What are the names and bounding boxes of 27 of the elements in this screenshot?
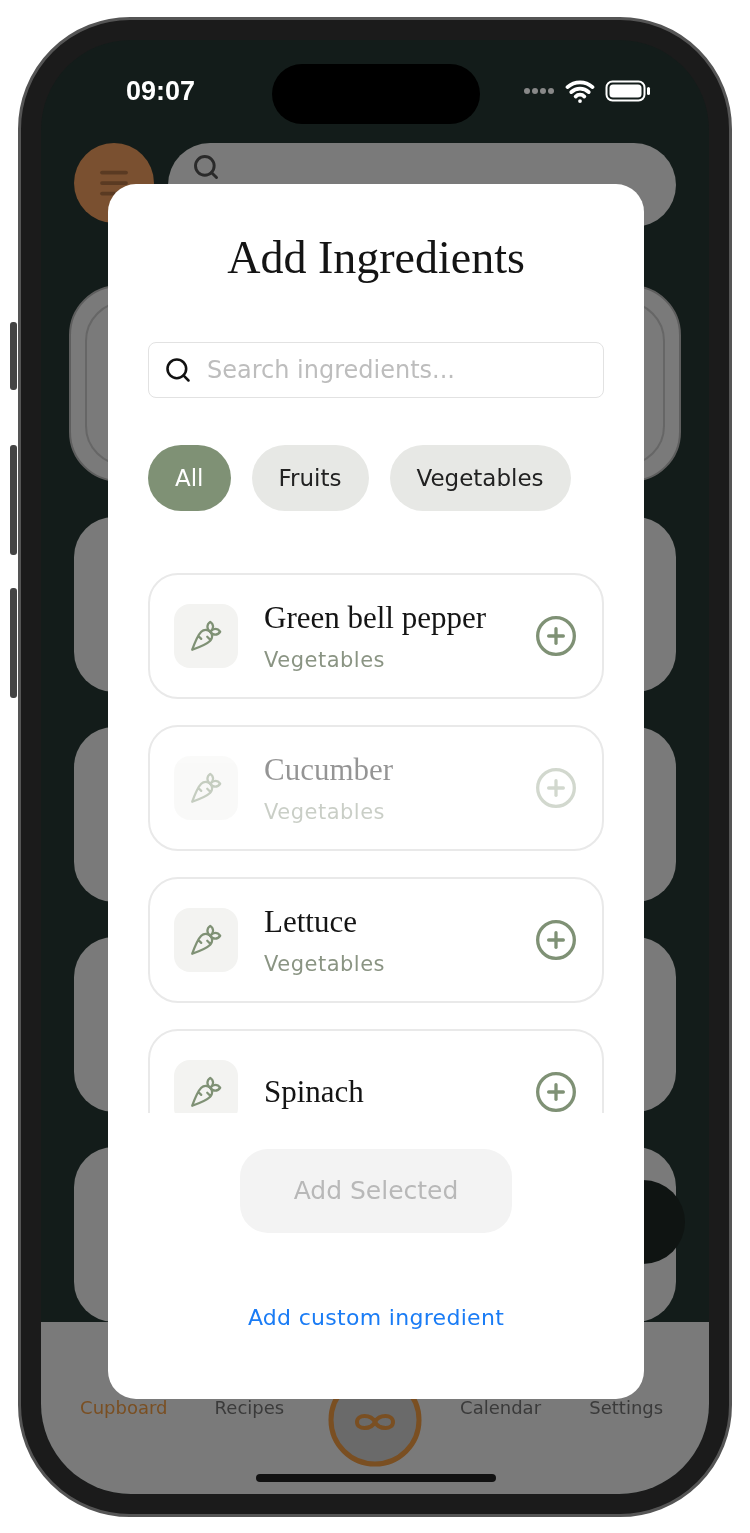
tab[interactable]: Recipes	[186, 1396, 313, 1418]
add-icon[interactable]	[534, 917, 578, 962]
ingredient-name: Spinach	[264, 1073, 365, 1110]
ingredient-name: Cucumber	[264, 751, 395, 788]
dialog-title: Add Ingredients	[226, 230, 526, 285]
search-field[interactable]: Search ingredients...	[148, 341, 604, 398]
tab[interactable]: Settings	[563, 1396, 689, 1418]
filter-chip[interactable]: All	[148, 444, 231, 511]
ingredient-category: Vegetables	[264, 647, 387, 672]
ingredient-item[interactable]: Green bell pepper Vegetables	[148, 572, 604, 699]
status-time: 09:07	[126, 75, 196, 107]
battery-icon	[605, 80, 651, 102]
add-icon[interactable]	[534, 613, 578, 658]
custom-ingredient-link[interactable]: Add custom ingredient	[247, 1304, 505, 1330]
ingredient-category: Vegetables	[264, 799, 387, 824]
search-icon	[192, 152, 220, 181]
filter-chip[interactable]: Fruits	[251, 444, 369, 511]
ingredient-category: Vegetables	[264, 951, 387, 976]
ingredient-name: Green bell pepper	[264, 599, 488, 636]
search-icon	[164, 355, 192, 384]
ingredient-item[interactable]: Cucumber Vegetables	[148, 724, 604, 851]
tab[interactable]: Calendar	[437, 1396, 564, 1418]
ingredient-item[interactable]: Lettuce Vegetables	[148, 876, 604, 1003]
filter-chip[interactable]: Vegetables	[389, 444, 571, 511]
add-icon[interactable]	[534, 1069, 578, 1113]
ingredient-name: Lettuce	[264, 903, 358, 940]
signal-icon	[523, 87, 555, 95]
